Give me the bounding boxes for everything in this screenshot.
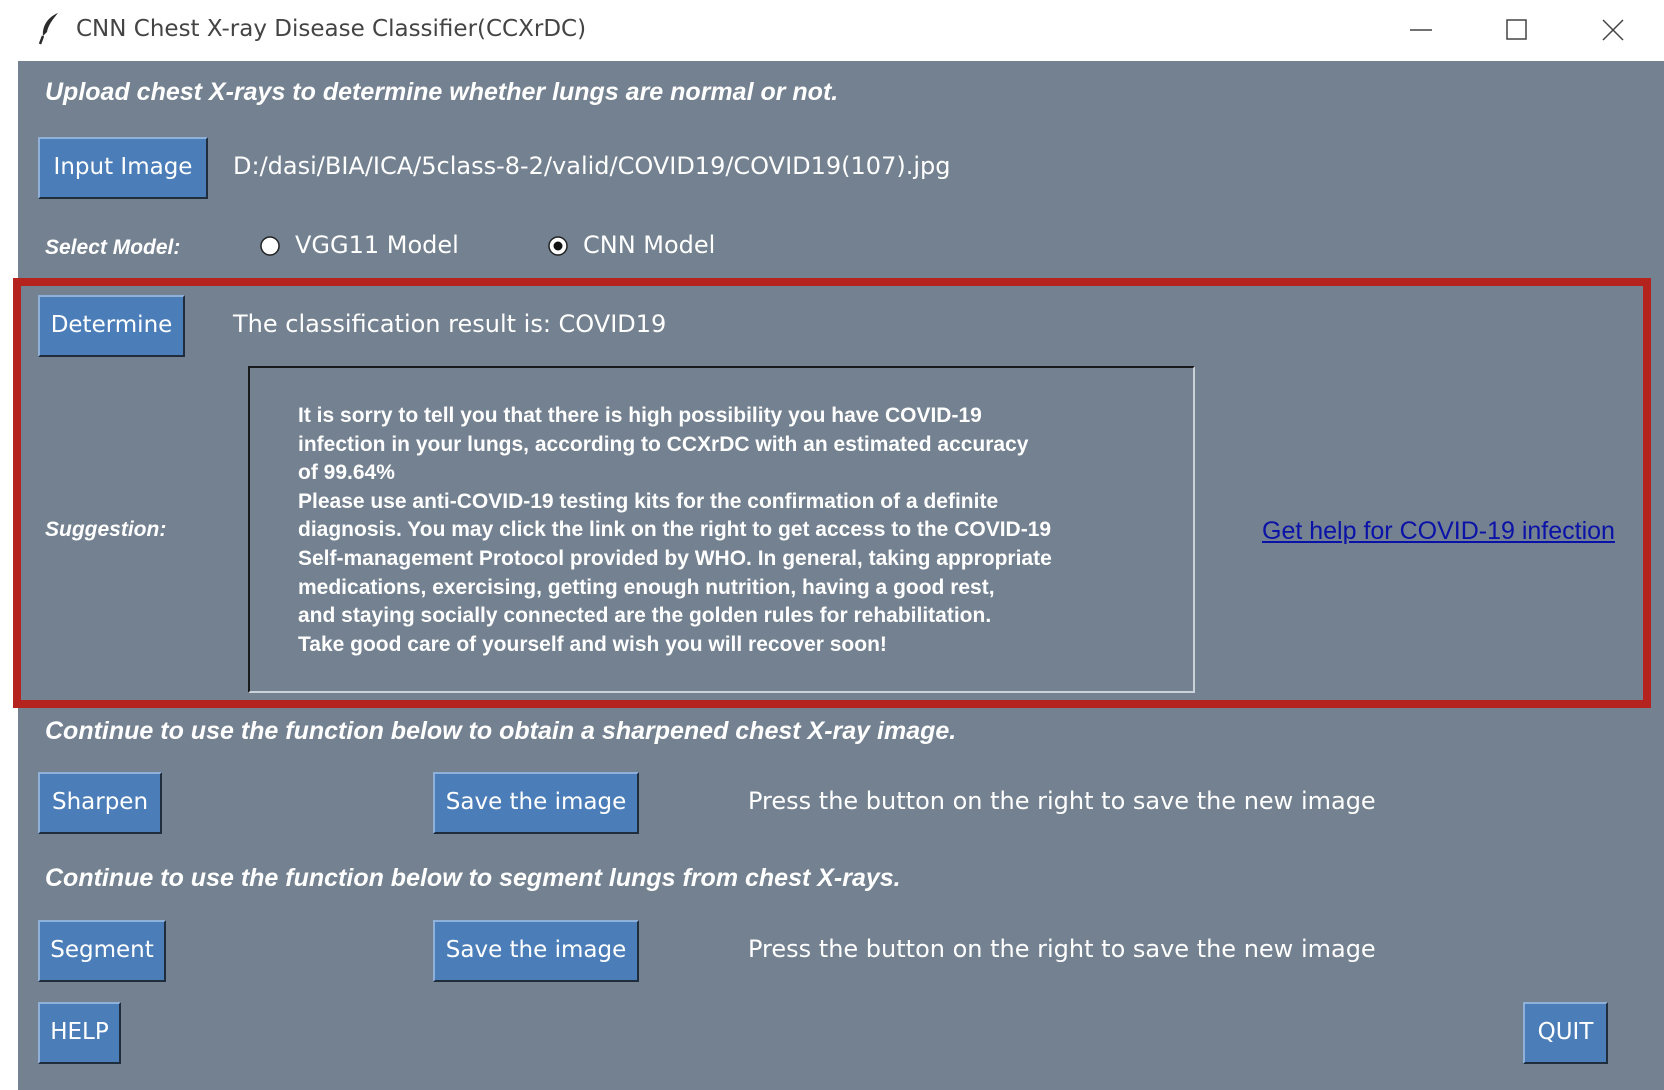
minimize-button[interactable] bbox=[1391, 8, 1451, 52]
suggestion-line: Please use anti-COVID-19 testing kits fo… bbox=[298, 489, 999, 513]
segment-instruction: Continue to use the function below to se… bbox=[45, 864, 901, 892]
input-image-button[interactable]: Input Image bbox=[38, 137, 208, 199]
vgg11-label[interactable]: VGG11 Model bbox=[295, 231, 459, 259]
save-sharpened-button[interactable]: Save the image bbox=[433, 772, 639, 834]
classification-result: The classification result is: COVID19 bbox=[233, 310, 667, 338]
suggestion-line: of 99.64% bbox=[298, 461, 395, 485]
help-button[interactable]: HELP bbox=[38, 1002, 121, 1064]
suggestion-line: and staying socially connected are the g… bbox=[298, 604, 992, 628]
app-window: CNN Chest X-ray Disease Classifier(CCXrD… bbox=[0, 0, 1664, 1090]
suggestion-line: Self-management Protocol provided by WHO… bbox=[298, 546, 1052, 570]
suggestion-line: diagnosis. You may click the link on the… bbox=[298, 518, 1052, 542]
suggestion-label: Suggestion: bbox=[45, 518, 167, 541]
vgg11-radio[interactable] bbox=[260, 236, 280, 256]
file-path: D:/dasi/BIA/ICA/5class-8-2/valid/COVID19… bbox=[233, 152, 951, 180]
feather-icon bbox=[38, 12, 62, 46]
segment-button[interactable]: Segment bbox=[38, 920, 166, 982]
minimize-icon bbox=[1410, 29, 1432, 31]
save-segmented-button[interactable]: Save the image bbox=[433, 920, 639, 982]
suggestion-textbox[interactable]: It is sorry to tell you that there is hi… bbox=[248, 366, 1195, 693]
maximize-icon bbox=[1506, 19, 1527, 40]
segment-save-hint: Press the button on the right to save th… bbox=[748, 935, 1376, 963]
determine-button[interactable]: Determine bbox=[38, 295, 185, 357]
close-icon bbox=[1602, 19, 1624, 41]
quit-button[interactable]: QUIT bbox=[1523, 1002, 1608, 1064]
suggestion-line: medications, exercising, getting enough … bbox=[298, 575, 995, 599]
sharpen-button[interactable]: Sharpen bbox=[38, 772, 162, 834]
window-title: CNN Chest X-ray Disease Classifier(CCXrD… bbox=[76, 16, 587, 42]
sharpen-instruction: Continue to use the function below to ob… bbox=[45, 717, 957, 745]
maximize-button[interactable] bbox=[1487, 8, 1547, 52]
suggestion-line: It is sorry to tell you that there is hi… bbox=[298, 404, 982, 427]
cnn-radio[interactable] bbox=[548, 236, 568, 256]
suggestion-line: infection in your lungs, according to CC… bbox=[298, 432, 1029, 456]
suggestion-line: Take good care of yourself and wish you … bbox=[298, 632, 887, 656]
cnn-label[interactable]: CNN Model bbox=[583, 231, 715, 259]
title-bar: CNN Chest X-ray Disease Classifier(CCXrD… bbox=[0, 0, 1664, 58]
close-button[interactable] bbox=[1583, 8, 1643, 52]
sharpen-save-hint: Press the button on the right to save th… bbox=[748, 787, 1376, 815]
select-model-label: Select Model: bbox=[45, 236, 181, 259]
upload-instruction: Upload chest X-rays to determine whether… bbox=[45, 78, 839, 106]
covid-help-link[interactable]: Get help for COVID-19 infection bbox=[1262, 517, 1615, 546]
suggestion-text: It is sorry to tell you that there is hi… bbox=[298, 402, 1052, 659]
